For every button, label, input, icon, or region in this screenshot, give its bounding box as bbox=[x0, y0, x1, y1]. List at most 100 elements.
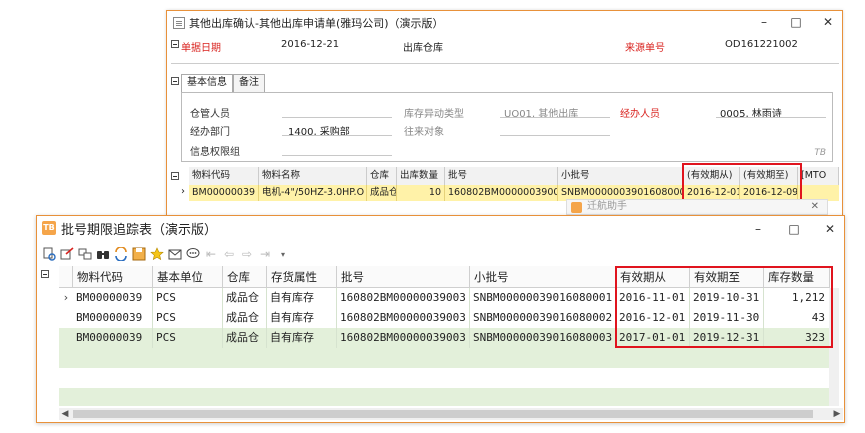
restore-button[interactable]: □ bbox=[790, 15, 802, 29]
col-warehouse[interactable]: 仓库 bbox=[367, 167, 397, 185]
tab-basic-info[interactable]: 基本信息 bbox=[181, 74, 233, 92]
source-no-value[interactable]: OD161221002 bbox=[725, 39, 798, 50]
handler-underline bbox=[716, 117, 826, 118]
print-preview-icon[interactable] bbox=[41, 246, 57, 262]
col-lot-no[interactable]: 批号 bbox=[337, 266, 470, 288]
cell-warehouse[interactable]: 成品仓 bbox=[223, 328, 267, 348]
restore-button[interactable]: □ bbox=[788, 222, 800, 236]
scroll-thumb[interactable] bbox=[73, 410, 813, 418]
cell-material-code[interactable]: BM00000039 bbox=[189, 185, 259, 201]
cell-warehouse[interactable]: 成品仓 bbox=[223, 308, 267, 328]
tb-badge: TB bbox=[814, 148, 826, 158]
basic-info-panel: 基本信息 备注 仓管人员 经办部门 1400, 采购部 信息权限组 库存异动类型… bbox=[171, 63, 839, 165]
keeper-input[interactable] bbox=[282, 117, 392, 118]
dept-underline bbox=[282, 135, 392, 136]
scroll-left-icon[interactable]: ◀ bbox=[59, 408, 71, 420]
date-value[interactable]: 2016-12-21 bbox=[281, 39, 339, 50]
handler-label: 经办人员 bbox=[620, 109, 660, 120]
col-mto[interactable]: [MTO bbox=[798, 167, 839, 185]
col-out-qty[interactable]: 出库数量 bbox=[397, 167, 445, 185]
close-button[interactable]: ✕ bbox=[822, 15, 834, 29]
cell-material-code[interactable]: BM00000039 bbox=[73, 328, 153, 348]
grid-collapse-icon[interactable] bbox=[41, 269, 55, 287]
cell-lot-no[interactable]: 160802BM00000039003 bbox=[337, 308, 470, 328]
find-icon[interactable] bbox=[95, 246, 111, 262]
perm-group-label: 信息权限组 bbox=[190, 147, 240, 158]
cell-lot-no[interactable]: 160802BM00000039003 bbox=[337, 328, 470, 348]
minimize-button[interactable]: – bbox=[758, 15, 770, 29]
empty-row bbox=[59, 388, 839, 406]
favorite-icon[interactable] bbox=[149, 246, 165, 262]
export-icon[interactable] bbox=[59, 246, 75, 262]
source-no-label: 来源单号 bbox=[625, 43, 665, 54]
document-header-row: 单据日期 2016-12-21 出库仓库 来源单号 OD161221002 bbox=[171, 37, 839, 55]
col-sub-lot[interactable]: 小批号 bbox=[558, 167, 684, 185]
move-type-label: 库存异动类型 bbox=[404, 109, 464, 120]
tab-remarks[interactable]: 备注 bbox=[233, 74, 265, 92]
filter-icon[interactable] bbox=[77, 246, 93, 262]
lot-expiry-grid: 物料代码 基本单位 仓库 存货属性 批号 小批号 有效期从 有效期至 库存数量 … bbox=[41, 266, 843, 422]
col-material-code[interactable]: 物料代码 bbox=[73, 266, 153, 288]
cell-base-unit[interactable]: PCS bbox=[153, 288, 223, 308]
report-window-controls: – □ ✕ bbox=[752, 222, 836, 236]
cell-lot-no[interactable]: 160802BM00000039003 bbox=[445, 185, 558, 201]
row-pointer-icon: › bbox=[181, 186, 185, 197]
scroll-right-icon[interactable]: ▶ bbox=[831, 408, 843, 420]
prev-icon[interactable]: ⇦ bbox=[221, 246, 237, 262]
cell-material-code[interactable]: BM00000039 bbox=[73, 308, 153, 328]
cell-lot-no[interactable]: 160802BM00000039003 bbox=[337, 288, 470, 308]
dropdown-icon[interactable]: ▾ bbox=[275, 246, 291, 262]
cell-base-unit[interactable]: PCS bbox=[153, 308, 223, 328]
perm-group-input[interactable] bbox=[282, 155, 392, 156]
col-base-unit[interactable]: 基本单位 bbox=[153, 266, 223, 288]
keeper-label: 仓管人员 bbox=[190, 109, 230, 120]
col-stock-attribute[interactable]: 存货属性 bbox=[267, 266, 337, 288]
col-material-code[interactable]: 物料代码 bbox=[189, 167, 259, 185]
header-collapse-icon[interactable] bbox=[171, 39, 179, 50]
last-icon[interactable]: ⇥ bbox=[257, 246, 273, 262]
cell-material-name[interactable]: 电机-4"/50HZ-3.0HP.O bbox=[259, 185, 367, 201]
next-icon[interactable]: ⇨ bbox=[239, 246, 255, 262]
warehouse-label: 出库仓库 bbox=[403, 43, 443, 54]
cell-material-code[interactable]: BM00000039 bbox=[73, 288, 153, 308]
cell-out-qty[interactable]: 10 bbox=[397, 185, 445, 201]
cell-sub-lot[interactable]: SNBM00000039016080003 bbox=[470, 328, 616, 348]
save-icon[interactable] bbox=[131, 246, 147, 262]
col-sub-lot[interactable]: 小批号 bbox=[470, 266, 616, 288]
panel-collapse-icon[interactable] bbox=[171, 76, 179, 87]
cell-warehouse[interactable]: 成品仓 bbox=[223, 288, 267, 308]
valid-period-callout-top bbox=[682, 163, 802, 201]
minimize-button[interactable]: – bbox=[752, 222, 764, 236]
helper-close-icon[interactable]: ✕ bbox=[811, 200, 819, 214]
contact-input[interactable] bbox=[500, 135, 610, 136]
navigation-helper[interactable]: 迁航助手 ✕ bbox=[566, 199, 828, 215]
document-window-controls: – □ ✕ bbox=[758, 15, 834, 29]
dept-label: 经办部门 bbox=[190, 127, 230, 138]
date-label: 单据日期 bbox=[181, 43, 221, 54]
cell-stock-attribute[interactable]: 自有库存 bbox=[267, 308, 337, 328]
move-type-underline bbox=[500, 117, 610, 118]
empty-row bbox=[59, 368, 839, 388]
valid-period-callout-bottom bbox=[615, 266, 833, 348]
cell-base-unit[interactable]: PCS bbox=[153, 328, 223, 348]
contact-label: 往来对象 bbox=[404, 127, 444, 138]
cell-stock-attribute[interactable]: 自有库存 bbox=[267, 288, 337, 308]
grid-collapse-icon[interactable] bbox=[171, 171, 179, 182]
cell-sub-lot[interactable]: SNBM00000039016080002 bbox=[470, 308, 616, 328]
refresh-icon[interactable] bbox=[113, 246, 129, 262]
report-titlebar: TB 批号期限追踪表（演示版） bbox=[37, 216, 844, 240]
col-material-name[interactable]: 物料名称 bbox=[259, 167, 367, 185]
col-warehouse[interactable]: 仓库 bbox=[223, 266, 267, 288]
col-lot-no[interactable]: 批号 bbox=[445, 167, 558, 185]
horizontal-scrollbar[interactable]: ◀ ▶ bbox=[59, 408, 843, 420]
cell-warehouse[interactable]: 成品仓 bbox=[367, 185, 397, 201]
cell-sub-lot[interactable]: SNBM00000039016080001 bbox=[470, 288, 616, 308]
row-pointer-icon: › bbox=[63, 291, 69, 304]
document-title: 其他出库确认-其他出库申请单(雅玛公司)（演示版） bbox=[189, 17, 444, 30]
app-logo-icon: TB bbox=[42, 221, 56, 235]
mail-icon[interactable] bbox=[167, 246, 183, 262]
chat-icon[interactable] bbox=[185, 246, 201, 262]
close-button[interactable]: ✕ bbox=[824, 222, 836, 236]
cell-stock-attribute[interactable]: 自有库存 bbox=[267, 328, 337, 348]
first-icon[interactable]: ⇤ bbox=[203, 246, 219, 262]
